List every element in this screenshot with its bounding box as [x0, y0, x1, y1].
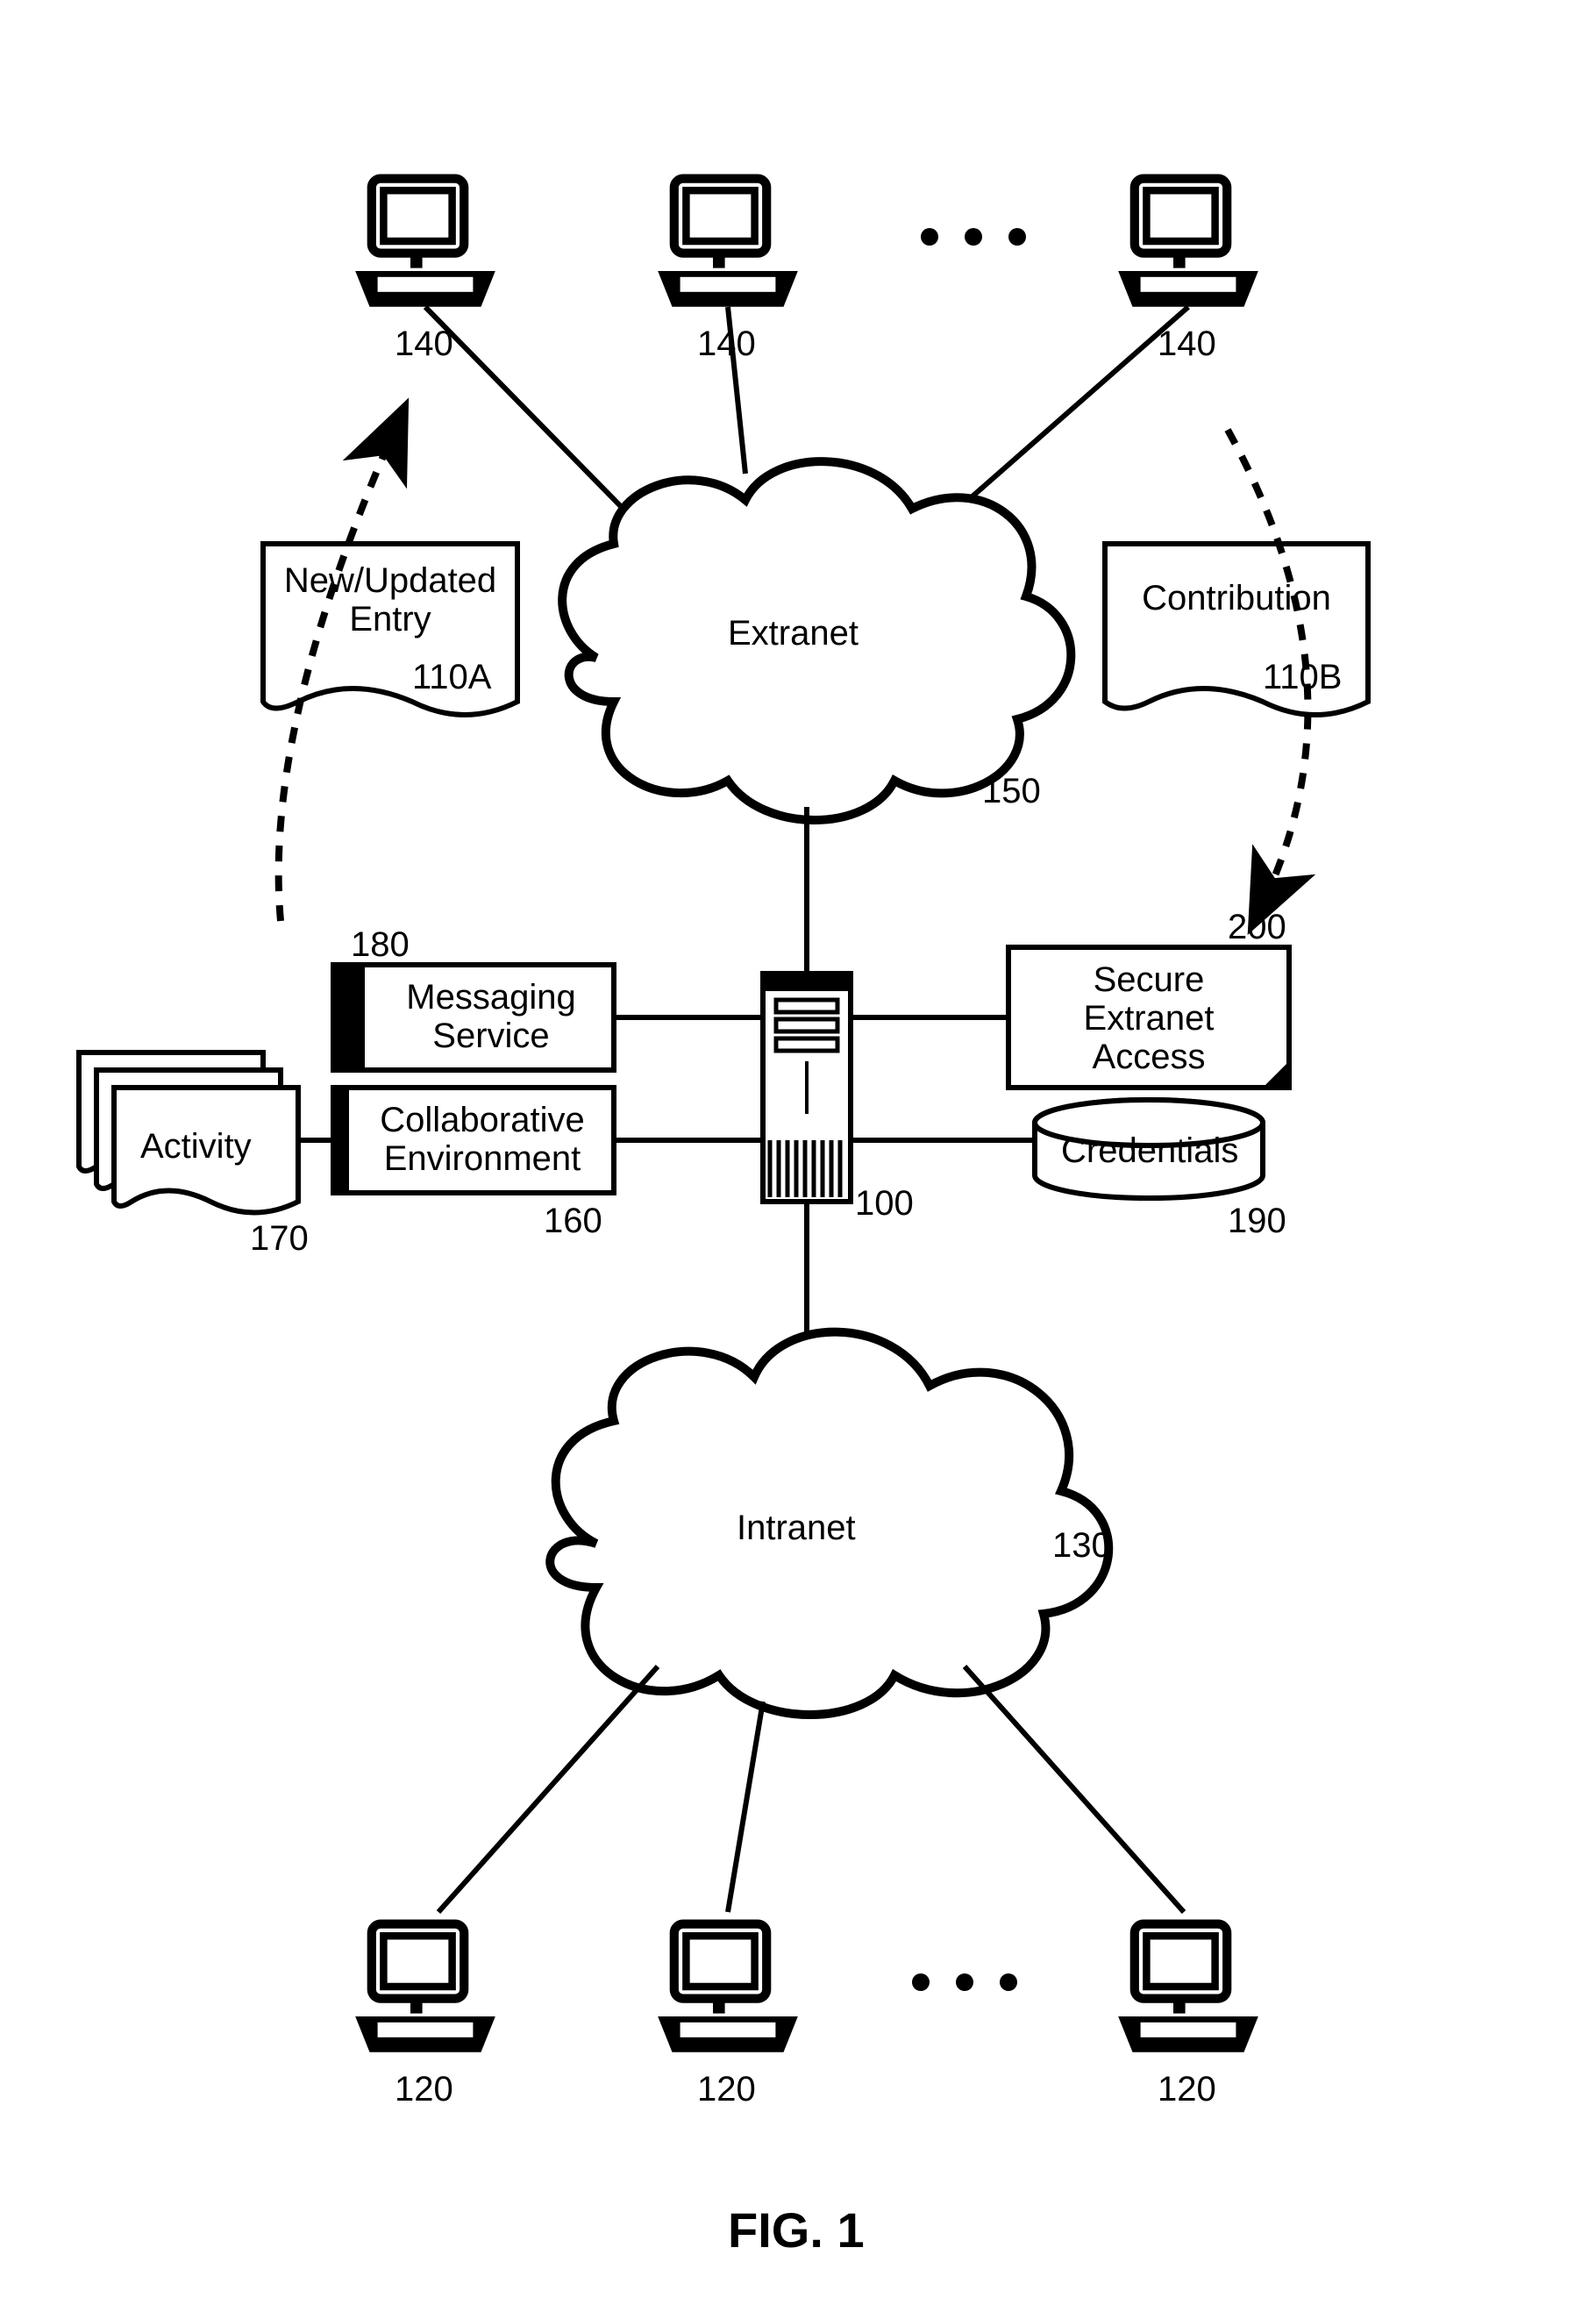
credentials-label: Credentials	[1061, 1131, 1238, 1170]
terminal-top-1	[351, 167, 500, 320]
extranet-ref: 150	[982, 772, 1041, 811]
collab-label: Collaborative Environment	[360, 1101, 605, 1178]
ref-terminal-bottom-2: 120	[697, 2070, 756, 2109]
intranet-label: Intranet	[737, 1509, 856, 1547]
intranet-ref: 130	[1052, 1526, 1111, 1566]
activity-label: Activity	[140, 1127, 252, 1166]
collab-ref: 160	[544, 1202, 602, 1241]
messaging-label: Messaging Service	[386, 978, 596, 1055]
entry-label: New/Updated Entry	[281, 561, 500, 639]
ref-terminal-bottom-3: 120	[1158, 2070, 1216, 2109]
ref-terminal-top-2: 140	[697, 325, 756, 364]
entry-ref: 110A	[412, 658, 491, 697]
ref-terminal-top-3: 140	[1158, 325, 1216, 364]
extranet-label: Extranet	[728, 614, 859, 653]
server-ref: 100	[855, 1184, 914, 1224]
ref-terminal-bottom-1: 120	[395, 2070, 453, 2109]
terminal-bottom-3	[1114, 1912, 1263, 2066]
terminal-bottom-1	[351, 1912, 500, 2066]
messaging-ref: 180	[351, 925, 410, 965]
server-icon	[763, 974, 851, 1202]
secure-ref: 200	[1228, 908, 1286, 947]
terminal-top-3	[1114, 167, 1263, 320]
activity-ref: 170	[250, 1219, 309, 1259]
credentials-ref: 190	[1228, 1202, 1286, 1241]
contribution-label: Contribution	[1122, 579, 1350, 617]
contribution-ref: 110B	[1263, 658, 1342, 697]
diagram-canvas: 140 140 140 New/Updated Entry 110A Contr…	[0, 0, 1596, 2312]
secure-label: Secure Extranet Access	[1052, 960, 1245, 1076]
terminal-top-2	[653, 167, 802, 320]
terminal-bottom-2	[653, 1912, 802, 2066]
figure-caption: FIG. 1	[728, 2201, 865, 2258]
ref-terminal-top-1: 140	[395, 325, 453, 364]
